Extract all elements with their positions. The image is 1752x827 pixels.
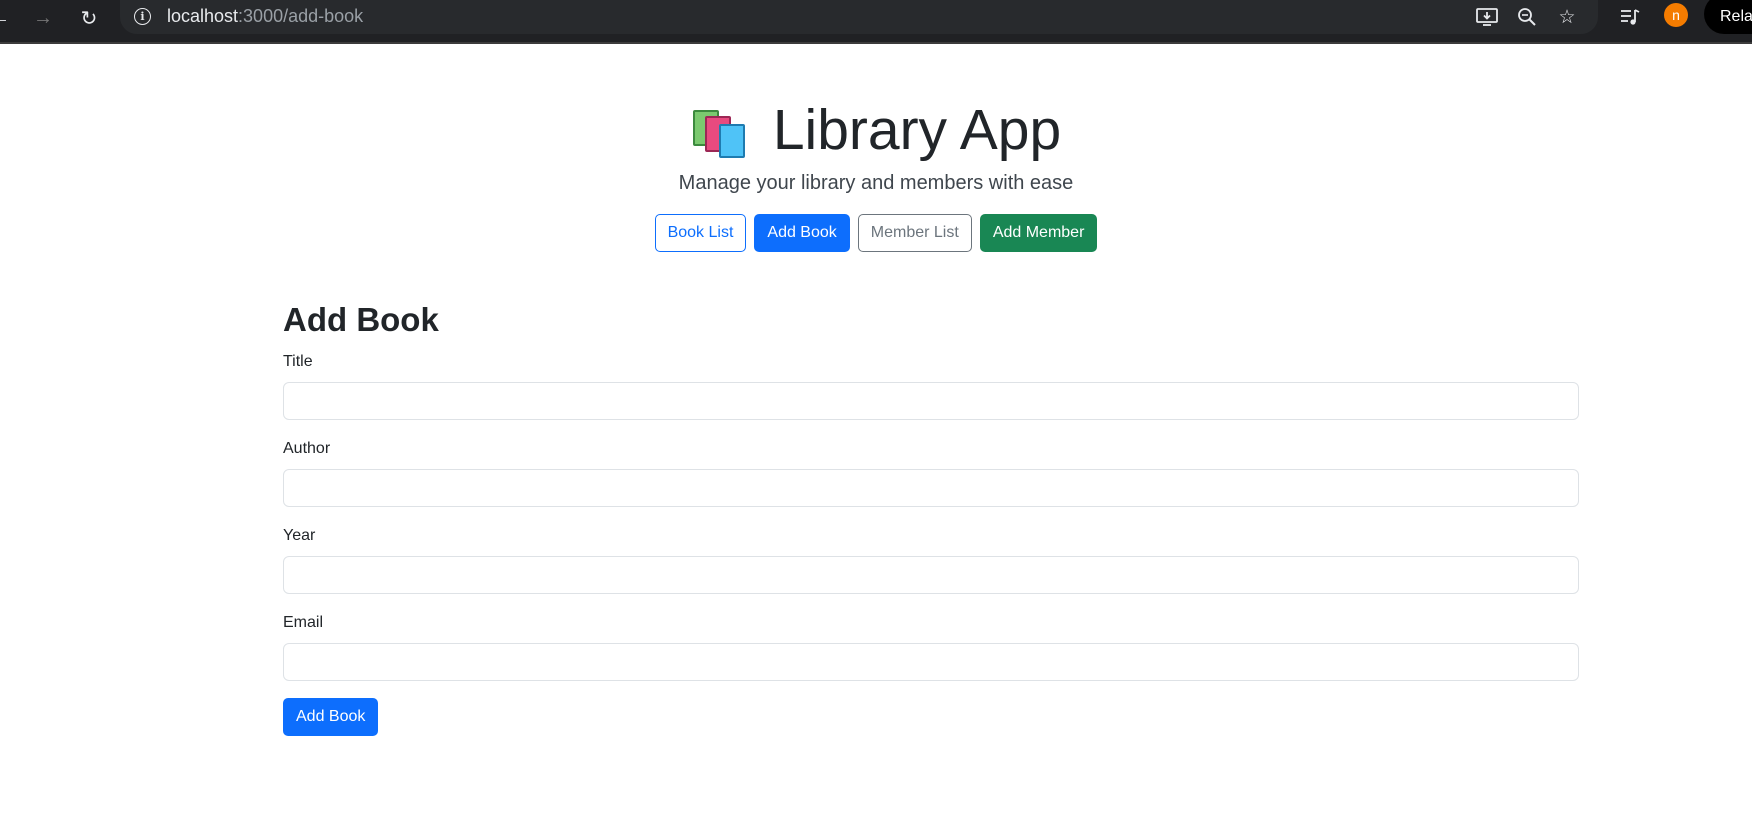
- title-input[interactable]: [283, 382, 1579, 420]
- title-field-group: Title: [283, 350, 1579, 420]
- app-subtitle: Manage your library and members with eas…: [678, 172, 1074, 194]
- install-app-icon[interactable]: [1474, 4, 1500, 30]
- year-input[interactable]: [283, 556, 1579, 594]
- url-host: localhost: [167, 6, 239, 26]
- zoom-icon[interactable]: [1514, 4, 1540, 30]
- app-header: Library App: [0, 90, 1752, 170]
- forward-icon[interactable]: →: [29, 4, 57, 32]
- relaunch-button[interactable]: Relau: [1704, 0, 1752, 34]
- title-label: Title: [283, 353, 313, 370]
- form-heading: Add Book: [283, 301, 439, 338]
- nav-book-list-button[interactable]: Book List: [654, 214, 747, 252]
- nav-add-member-button[interactable]: Add Member: [979, 214, 1098, 252]
- author-label: Author: [283, 440, 331, 457]
- nav-member-list-button[interactable]: Member List: [857, 214, 972, 252]
- author-input[interactable]: [283, 469, 1579, 507]
- email-field-group: Email: [283, 611, 1579, 681]
- add-book-form: Add Book Title Author Year Email Add Boo…: [283, 298, 1579, 736]
- back-icon[interactable]: ←: [0, 4, 14, 32]
- nav-add-book-button[interactable]: Add Book: [754, 214, 850, 252]
- page-title: Library App: [691, 90, 1061, 170]
- browser-toolbar: ← → ↻ i localhost:3000/add-book ☆ n Rela…: [0, 0, 1752, 44]
- reload-icon[interactable]: ↻: [75, 4, 103, 32]
- app-title-text: Library App: [772, 98, 1062, 162]
- url-text[interactable]: localhost:3000/add-book: [167, 6, 363, 27]
- main-nav: Book List Add Book Member List Add Membe…: [0, 214, 1752, 252]
- media-control-icon[interactable]: [1616, 3, 1644, 31]
- year-label: Year: [283, 527, 316, 544]
- author-field-group: Author: [283, 437, 1579, 507]
- email-label: Email: [283, 614, 324, 631]
- books-icon: [691, 102, 751, 158]
- site-info-icon[interactable]: i: [134, 8, 151, 25]
- profile-avatar[interactable]: n: [1664, 3, 1688, 27]
- year-field-group: Year: [283, 524, 1579, 594]
- bookmark-star-icon[interactable]: ☆: [1554, 4, 1580, 30]
- url-path: :3000/add-book: [238, 6, 364, 26]
- add-book-submit-button[interactable]: Add Book: [283, 698, 379, 736]
- email-input[interactable]: [283, 643, 1579, 681]
- address-bar[interactable]: i localhost:3000/add-book ☆: [120, 0, 1598, 34]
